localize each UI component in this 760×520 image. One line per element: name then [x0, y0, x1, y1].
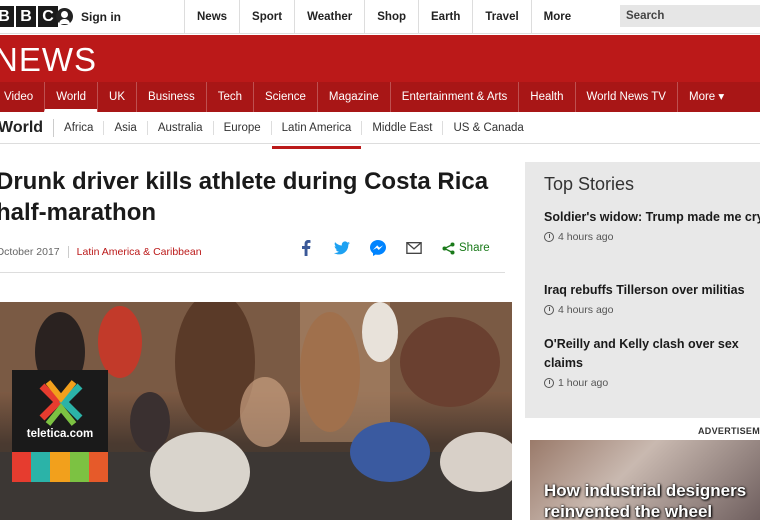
sub-nav-asia[interactable]: Asia [104, 120, 148, 135]
sub-nav-europe[interactable]: Europe [214, 120, 272, 135]
advertisement-caption: How industrial designers reinvented the … [544, 481, 747, 520]
teletica-mark-icon [39, 380, 83, 426]
sign-in-link[interactable]: Sign in [56, 8, 121, 25]
time-label: 4 hours ago [558, 304, 614, 316]
sub-nav-us-canada[interactable]: US & Canada [443, 121, 533, 135]
top-story-time: 4 hours ago [544, 231, 760, 243]
time-label: 4 hours ago [558, 231, 614, 243]
share-button[interactable]: Share [442, 242, 490, 255]
top-story-time: 1 hour ago [544, 377, 760, 389]
section-nav-magazine[interactable]: Magazine [316, 82, 390, 112]
top-story-item[interactable]: Iraq rebuffs Tillerson over militias 4 h… [544, 281, 760, 316]
stripe [12, 452, 32, 482]
section-nav: Video World UK Business Tech Science Mag… [0, 82, 760, 112]
global-nav-shop[interactable]: Shop [364, 0, 418, 34]
logo-letter: C [38, 6, 58, 27]
twitter-icon[interactable] [334, 240, 350, 256]
global-nav-sport[interactable]: Sport [239, 0, 294, 34]
global-nav-weather[interactable]: Weather [294, 0, 364, 34]
news-banner: NEWS [0, 35, 760, 82]
global-nav-earth[interactable]: Earth [418, 0, 472, 34]
sub-nav-current[interactable]: World [0, 118, 55, 137]
sub-nav-africa[interactable]: Africa [54, 120, 105, 135]
advertisement-label: ADVERTISEMENT [698, 426, 760, 436]
more-label: More [543, 11, 572, 23]
top-story-time: 4 hours ago [544, 304, 760, 316]
sub-nav-latin-america[interactable]: Latin America [271, 120, 363, 149]
teletica-brand: teletica.com [26, 428, 94, 440]
stripe [69, 452, 89, 482]
divider [0, 272, 505, 273]
section-nav-more[interactable]: More ▾ [676, 82, 735, 112]
top-story-title[interactable]: Soldier's widow: Trump made me cry [544, 208, 760, 227]
article-date: October 2017 [0, 246, 60, 258]
top-stories-panel: Top Stories Soldier's widow: Trump made … [525, 162, 760, 418]
article-section-tag[interactable]: Latin America & Caribbean [67, 246, 202, 258]
stripe [88, 452, 109, 482]
share-icon [442, 242, 455, 254]
facebook-icon[interactable] [298, 240, 314, 256]
section-nav-health[interactable]: Health [518, 82, 574, 112]
sub-nav-australia[interactable]: Australia [148, 120, 214, 135]
logo-letter: B [16, 6, 36, 27]
section-nav-world[interactable]: World [44, 82, 98, 112]
article-meta: October 2017 Latin America & Caribbean [0, 246, 202, 258]
top-story-item[interactable]: O'Reilly and Kelly clash over sex claims… [544, 335, 760, 389]
clock-icon [544, 232, 554, 242]
global-nav: News Sport Weather Shop Earth Travel Mor… [184, 0, 647, 34]
email-icon[interactable] [406, 240, 422, 256]
advertisement-banner[interactable]: How industrial designers reinvented the … [530, 440, 760, 520]
teletica-stripes [12, 452, 109, 482]
section-nav-science[interactable]: Science [253, 82, 317, 112]
messenger-icon[interactable] [370, 240, 386, 256]
bbc-logo[interactable]: B B C [0, 6, 58, 27]
section-nav-uk[interactable]: UK [97, 82, 136, 112]
clock-icon [544, 305, 554, 315]
sub-nav-middle-east[interactable]: Middle East [362, 120, 444, 135]
clock-icon [544, 378, 554, 388]
sub-nav: World Africa Asia Australia Europe Latin… [0, 112, 760, 149]
top-stories-title: Top Stories [544, 174, 635, 194]
stripe [31, 452, 51, 482]
time-label: 1 hour ago [558, 377, 609, 389]
global-nav-travel[interactable]: Travel [472, 0, 530, 34]
user-icon [56, 8, 73, 25]
article-headline: Drunk driver kills athlete during Costa … [0, 168, 489, 226]
stripe [50, 452, 70, 482]
top-story-title[interactable]: O'Reilly and Kelly clash over sex claims [544, 335, 760, 373]
share-tools: Share [298, 240, 490, 256]
logo-letter: B [0, 6, 14, 27]
section-nav-video[interactable]: Video [0, 82, 44, 112]
top-story-item[interactable]: Soldier's widow: Trump made me cry 4 hou… [544, 208, 760, 243]
section-nav-business[interactable]: Business [136, 82, 206, 112]
section-nav-entertainment[interactable]: Entertainment & Arts [389, 82, 518, 112]
section-nav-world-news-tv[interactable]: World News TV [574, 82, 677, 112]
share-label: Share [459, 242, 490, 254]
section-nav-tech[interactable]: Tech [205, 82, 253, 112]
search-input[interactable]: Search [620, 5, 760, 27]
global-top-bar: B B C Sign in News Sport Weather Shop Ea… [0, 0, 760, 34]
top-story-title[interactable]: Iraq rebuffs Tillerson over militias [544, 281, 760, 300]
teletica-logo: teletica.com [12, 370, 109, 482]
news-wordmark[interactable]: NEWS [0, 41, 97, 79]
global-nav-news[interactable]: News [184, 0, 239, 34]
sign-in-label: Sign in [81, 9, 121, 24]
